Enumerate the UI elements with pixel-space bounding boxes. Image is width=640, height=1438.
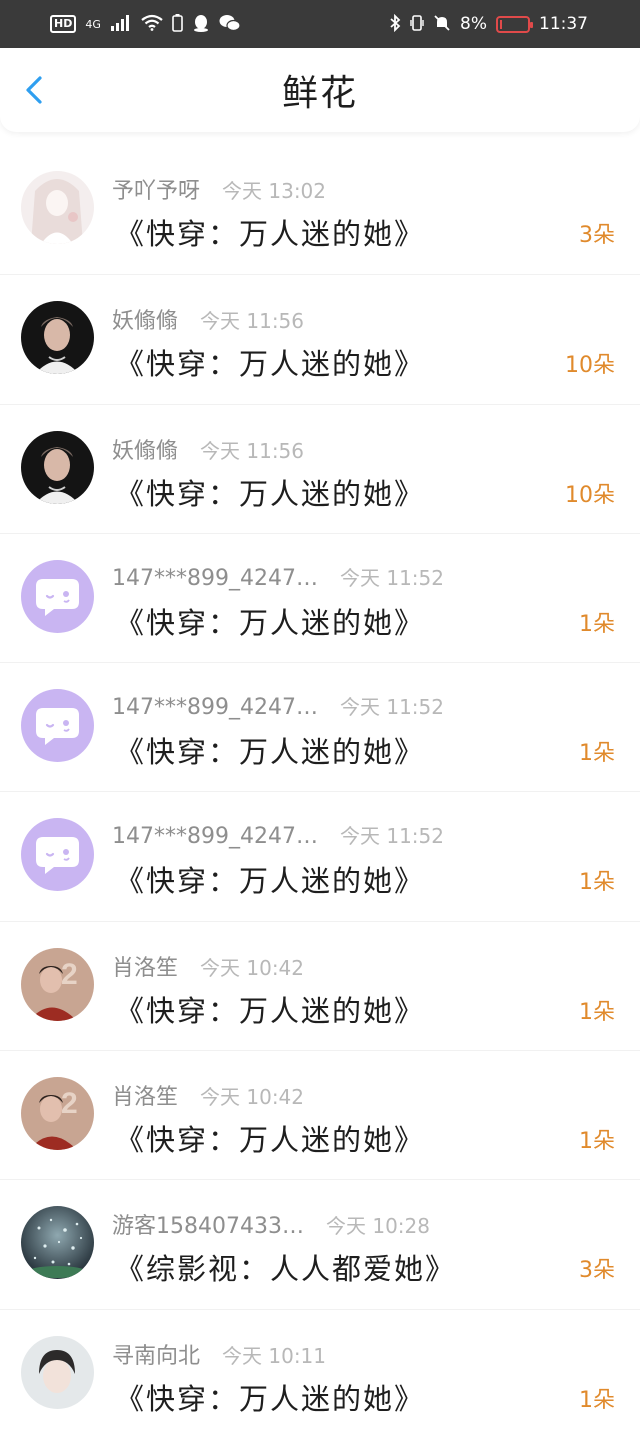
user-name[interactable]: 妖翛翛 <box>112 303 178 335</box>
flower-record-row[interactable]: 147***899_4247… 今天 11:52 《快穿：万人迷的她》 1朵 <box>0 532 640 662</box>
flower-count: 1朵 <box>579 741 615 767</box>
flower-count: 10朵 <box>565 482 615 508</box>
record-meta: 妖翛翛 今天 11:56 <box>112 433 304 465</box>
battery-icon <box>496 15 533 33</box>
wechat-icon <box>219 14 241 35</box>
avatar[interactable] <box>21 1335 94 1409</box>
book-title[interactable]: 《快穿：万人迷的她》 <box>115 1376 425 1418</box>
hd-icon: HD <box>50 15 77 33</box>
user-name[interactable]: 147***899_4247… <box>112 695 318 720</box>
user-name[interactable]: 肖洛笙 <box>112 950 178 982</box>
timestamp: 今天 10:28 <box>325 1214 430 1239</box>
record-meta: 147***899_4247… 今天 11:52 <box>112 691 444 720</box>
flower-record-row[interactable]: 2 肖洛笙 今天 10:42 《快穿：万人迷的她》 1朵 <box>0 920 640 1050</box>
book-title[interactable]: 《快穿：万人迷的她》 <box>115 600 425 642</box>
flower-record-row[interactable]: 147***899_4247… 今天 11:52 《快穿：万人迷的她》 1朵 <box>0 662 640 791</box>
book-title[interactable]: 《快穿：万人迷的她》 <box>115 1117 425 1159</box>
avatar[interactable] <box>21 559 94 633</box>
avatar[interactable]: 2 <box>21 1077 94 1151</box>
flower-record-row[interactable]: 2 肖洛笙 今天 10:42 《快穿：万人迷的她》 1朵 <box>0 1050 640 1179</box>
record-meta: 予吖予呀 今天 13:02 <box>112 173 326 205</box>
record-meta: 147***899_4247… 今天 11:52 <box>112 820 444 849</box>
avatar[interactable] <box>21 301 94 375</box>
flower-record-row[interactable]: 游客158407433… 今天 10:28 《综影视：人人都爱她》 3朵 <box>0 1179 640 1308</box>
record-meta: 肖洛笙 今天 10:42 <box>112 950 304 982</box>
flower-record-row[interactable]: 予吖予呀 今天 13:02 《快穿：万人迷的她》 3朵 <box>0 145 640 274</box>
chevron-left-icon <box>26 76 42 104</box>
flower-count: 1朵 <box>579 999 615 1025</box>
flower-count: 3朵 <box>579 1258 615 1284</box>
user-name[interactable]: 妖翛翛 <box>112 433 178 465</box>
book-title[interactable]: 《快穿：万人迷的她》 <box>115 211 425 253</box>
battery-percent: 8% <box>460 14 487 34</box>
record-meta: 游客158407433… 今天 10:28 <box>112 1208 430 1240</box>
battery-small-icon <box>172 13 183 35</box>
timestamp: 今天 11:52 <box>339 695 444 720</box>
status-right: 8% 11:37 <box>389 13 588 35</box>
flower-count: 1朵 <box>579 1129 615 1155</box>
book-title[interactable]: 《快穿：万人迷的她》 <box>115 341 425 383</box>
signal-icon <box>110 14 132 34</box>
record-meta: 寻南向北 今天 10:11 <box>112 1338 326 1370</box>
flower-count: 1朵 <box>579 1387 615 1413</box>
flower-count: 3朵 <box>579 223 615 248</box>
user-name[interactable]: 予吖予呀 <box>112 173 200 205</box>
book-title[interactable]: 《快穿：万人迷的她》 <box>115 858 425 900</box>
user-name[interactable]: 肖洛笙 <box>112 1079 178 1111</box>
record-meta: 147***899_4247… 今天 11:52 <box>112 562 444 591</box>
avatar[interactable] <box>21 1206 94 1280</box>
flower-record-row[interactable]: 妖翛翛 今天 11:56 《快穿：万人迷的她》 10朵 <box>0 274 640 403</box>
page-title: 鲜花 <box>281 73 358 114</box>
network-type: 4G <box>85 17 101 31</box>
flower-record-row[interactable]: 寻南向北 今天 10:11 《快穿：万人迷的她》 1朵 <box>0 1308 640 1438</box>
user-name[interactable]: 游客158407433… <box>112 1208 304 1240</box>
svg-text:2: 2 <box>61 1087 78 1120</box>
vibrate-icon <box>410 14 424 35</box>
avatar[interactable] <box>21 430 94 504</box>
flower-count: 10朵 <box>565 353 615 379</box>
user-name[interactable]: 147***899_4247… <box>112 566 318 591</box>
flower-count: 1朵 <box>579 611 615 637</box>
avatar[interactable]: 2 <box>21 947 94 1021</box>
timestamp: 今天 10:42 <box>200 955 305 980</box>
timestamp: 今天 10:42 <box>200 1085 305 1110</box>
mute-icon <box>433 14 451 35</box>
user-name[interactable]: 寻南向北 <box>112 1338 200 1370</box>
timestamp: 今天 10:11 <box>222 1343 327 1368</box>
svg-text:2: 2 <box>61 958 78 991</box>
qq-icon <box>192 14 210 35</box>
clock: 11:37 <box>539 14 588 34</box>
wifi-icon <box>141 14 163 34</box>
flower-count: 1朵 <box>579 870 615 896</box>
timestamp: 今天 11:56 <box>200 309 305 334</box>
bluetooth-icon <box>389 13 401 35</box>
book-title[interactable]: 《快穿：万人迷的她》 <box>115 988 425 1030</box>
avatar[interactable] <box>21 818 94 892</box>
avatar[interactable] <box>21 689 94 763</box>
timestamp: 今天 11:52 <box>339 824 444 849</box>
user-name[interactable]: 147***899_4247… <box>112 824 318 849</box>
book-title[interactable]: 《综影视：人人都爱她》 <box>115 1246 456 1288</box>
flower-record-row[interactable]: 妖翛翛 今天 11:56 《快穿：万人迷的她》 10朵 <box>0 403 640 533</box>
record-meta: 妖翛翛 今天 11:56 <box>112 303 304 335</box>
book-title[interactable]: 《快穿：万人迷的她》 <box>115 471 425 513</box>
status-bar: HD 4G 8% 11:37 <box>0 0 640 48</box>
book-title[interactable]: 《快穿：万人迷的她》 <box>115 729 425 771</box>
timestamp: 今天 11:52 <box>339 565 444 590</box>
record-meta: 肖洛笙 今天 10:42 <box>112 1079 304 1111</box>
flower-record-list: 予吖予呀 今天 13:02 《快穿：万人迷的她》 3朵 妖翛翛 今天 11:56 《快穿：万… <box>0 145 640 1438</box>
timestamp: 今天 13:02 <box>222 179 327 203</box>
top-nav-bar: 鲜花 <box>0 48 640 132</box>
back-button[interactable] <box>20 74 52 106</box>
flower-record-row[interactable]: 147***899_4247… 今天 11:52 《快穿：万人迷的她》 1朵 <box>0 791 640 920</box>
status-left: HD 4G <box>50 13 241 35</box>
timestamp: 今天 11:56 <box>200 438 305 463</box>
avatar[interactable] <box>21 171 94 244</box>
battery-level <box>500 19 502 29</box>
